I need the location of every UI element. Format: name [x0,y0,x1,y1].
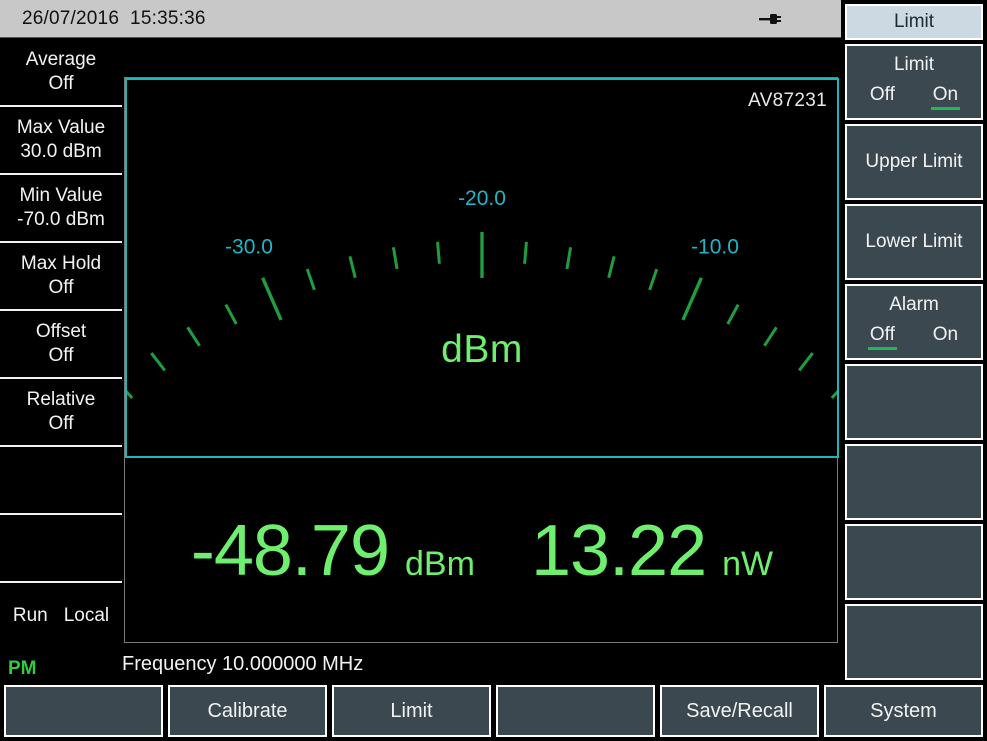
title-bar: 26/07/2016 15:35:36 [0,0,841,38]
sidebar-item-max-hold[interactable]: Max Hold Off [0,241,122,309]
sidebar-item-label: Min Value [19,184,102,208]
limit-option-on[interactable]: On [931,84,960,110]
sidebar-item-label: Max Value [17,116,105,140]
sidebar-item-label: Max Hold [21,252,101,276]
softkey-limit[interactable]: Limit Off On [845,44,983,120]
status-run: Run [13,604,48,628]
frequency-label: Frequency 10.000000 MHz [122,653,363,676]
sidebar-item-empty-2[interactable] [0,513,122,581]
sidebar-item-value: 30.0 dBm [20,140,101,164]
alarm-toggle[interactable]: Off On [851,324,977,350]
svg-text:-20.0: -20.0 [458,187,506,210]
sidebar-item-value: Off [49,344,74,368]
softkey-title: Limit [894,54,934,76]
status-row: Run Local [0,581,122,649]
sidebar-item-min-value[interactable]: Min Value -70.0 dBm [0,173,122,241]
meta-row: PM Frequency 10.000000 MHz [0,649,841,684]
softkey-blank-2[interactable] [845,444,983,520]
gauge-unit-label: dBm [127,328,837,372]
sidebar-item-max-value[interactable]: Max Value 30.0 dBm [0,105,122,173]
softkey-title: Lower Limit [865,231,962,253]
sidebar-item-label: Relative [27,388,96,412]
pm-mode-label: PM [8,658,37,680]
datetime-label: 26/07/2016 15:35:36 [22,8,206,30]
alarm-option-on[interactable]: On [931,324,960,350]
sidebar-item-relative[interactable]: Relative Off [0,377,122,445]
readout-watt-value: 13.22 [531,515,706,587]
sidebar-item-label: Average [26,48,96,72]
toolbar-button-save-recall[interactable]: Save/Recall [660,685,819,737]
toolbar-button-calibrate[interactable]: Calibrate [168,685,327,737]
readout-watt-unit: nW [722,547,773,581]
softkey-title: Upper Limit [865,151,962,173]
svg-text:-30.0: -30.0 [225,236,273,259]
sidebar-item-value: Off [49,412,74,436]
svg-text:-10.0: -10.0 [691,236,739,259]
limit-option-off[interactable]: Off [868,84,897,110]
sidebar-item-value: Off [49,72,74,96]
readout-dbm-value: -48.79 [191,515,389,587]
power-plug-icon [757,10,783,28]
right-sidebar: Limit Limit Off On Upper Limit Lower Lim… [845,4,983,680]
left-sidebar: Average Off Max Value 30.0 dBm Min Value… [0,39,122,649]
power-meter-screen: 26/07/2016 15:35:36 Average Off Max Valu… [0,0,987,741]
sidebar-item-value: -70.0 dBm [17,208,105,232]
toolbar-button-system[interactable]: System [824,685,983,737]
sidebar-item-label: Offset [36,320,86,344]
toolbar-button-1[interactable] [4,685,163,737]
readout-dbm-unit: dBm [405,547,475,581]
gauge-scale: -70.0-60.0-50.0-40.0-30.0-20.0-10.00.010… [127,80,837,456]
alarm-option-off[interactable]: Off [868,324,897,350]
numeric-readout: -48.79 dBm 13.22 nW [125,460,839,642]
sidebar-item-average[interactable]: Average Off [0,39,122,105]
instrument-display: AV87231 -70.0-60.0-50.0-40.0-30.0-20.0-1… [124,77,838,643]
bottom-toolbar: Calibrate Limit Save/Recall System [0,685,987,737]
softkey-alarm[interactable]: Alarm Off On [845,284,983,360]
sidebar-item-value: Off [49,276,74,300]
readout-dbm: -48.79 dBm [191,515,475,587]
softkey-title: Alarm [889,294,939,316]
sidebar-item-empty-1[interactable] [0,445,122,513]
softkey-lower-limit[interactable]: Lower Limit [845,204,983,280]
limit-toggle[interactable]: Off On [851,84,977,110]
sidebar-item-offset[interactable]: Offset Off [0,309,122,377]
analog-gauge: AV87231 -70.0-60.0-50.0-40.0-30.0-20.0-1… [125,78,839,458]
softkey-upper-limit[interactable]: Upper Limit [845,124,983,200]
softkey-header: Limit [845,4,983,40]
readout-watt: 13.22 nW [531,515,773,587]
toolbar-button-4[interactable] [496,685,655,737]
toolbar-button-limit[interactable]: Limit [332,685,491,737]
softkey-blank-1[interactable] [845,364,983,440]
softkey-blank-3[interactable] [845,524,983,600]
softkey-blank-4[interactable] [845,604,983,680]
status-local: Local [64,604,109,628]
